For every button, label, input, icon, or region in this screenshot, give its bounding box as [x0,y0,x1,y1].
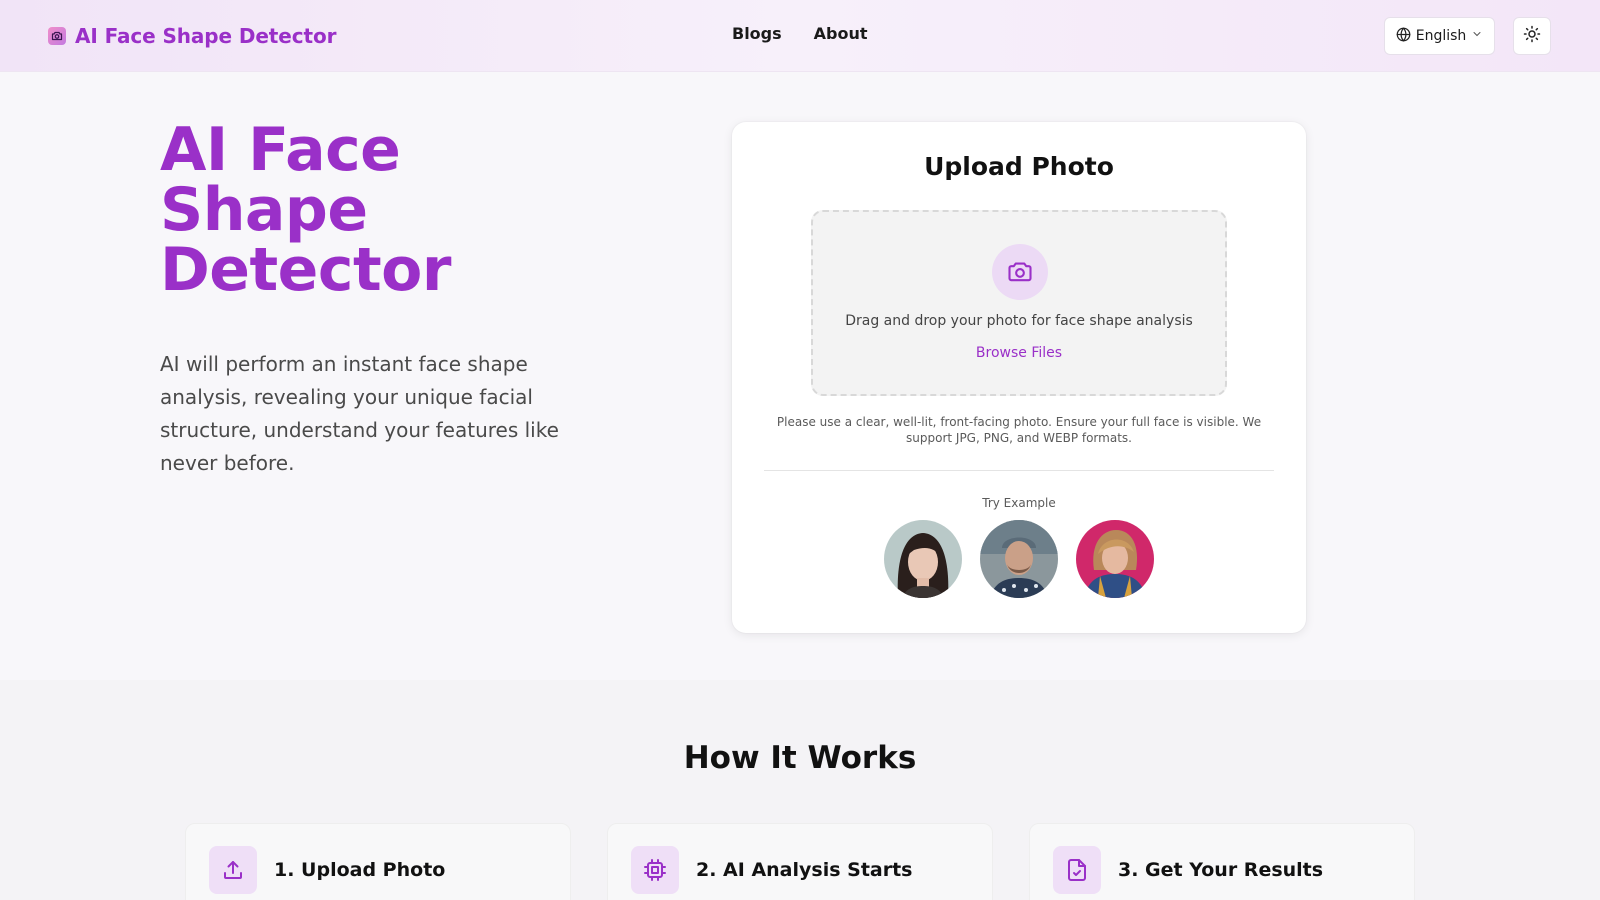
main-nav: Blogs About [732,24,868,43]
upload-title: Upload Photo [924,152,1114,181]
dropzone-text: Drag and drop your photo for face shape … [845,313,1193,329]
example-photo-1[interactable] [884,520,962,598]
step-title: 1. Upload Photo [274,859,446,881]
cpu-icon [631,846,679,894]
photo-dropzone[interactable]: Drag and drop your photo for face shape … [811,210,1227,396]
camera-icon [48,27,66,45]
sun-icon [1523,25,1541,47]
step-card-upload: 1. Upload Photo [185,823,571,900]
upload-card: Upload Photo Drag and drop your photo fo… [732,122,1306,633]
file-check-icon [1053,846,1101,894]
divider [764,470,1274,471]
try-example-label: Try Example [982,496,1056,510]
step-card-results: 3. Get Your Results [1029,823,1415,900]
upload-hint: Please use a clear, well-lit, front-faci… [776,415,1262,445]
logo-text: AI Face Shape Detector [75,24,337,48]
hero-title: AI Face Shape Detector [160,115,451,305]
hero-description: AI will perform an instant face shape an… [160,352,559,475]
theme-toggle-button[interactable] [1513,17,1551,55]
browse-files-link[interactable]: Browse Files [813,345,1225,361]
chevron-down-icon [1471,28,1483,44]
nav-link-blogs[interactable]: Blogs [732,24,782,43]
example-photo-3[interactable] [1076,520,1154,598]
site-header: AI Face Shape Detector Blogs About Engli… [0,0,1600,72]
how-it-works-title: How It Works [683,740,917,776]
globe-icon [1396,26,1411,46]
how-it-works-section: How It Works 1. Upload Photo 2. AI Analy… [0,680,1600,900]
language-label: English [1415,28,1467,44]
upload-icon [209,846,257,894]
example-photo-2[interactable] [980,520,1058,598]
logo-link[interactable]: AI Face Shape Detector [48,22,336,50]
step-title: 3. Get Your Results [1118,859,1324,881]
camera-icon [992,244,1048,300]
nav-link-about[interactable]: About [814,24,868,43]
language-selector[interactable]: English [1384,17,1495,55]
step-card-analysis: 2. AI Analysis Starts [607,823,993,900]
step-title: 2. AI Analysis Starts [696,859,913,881]
